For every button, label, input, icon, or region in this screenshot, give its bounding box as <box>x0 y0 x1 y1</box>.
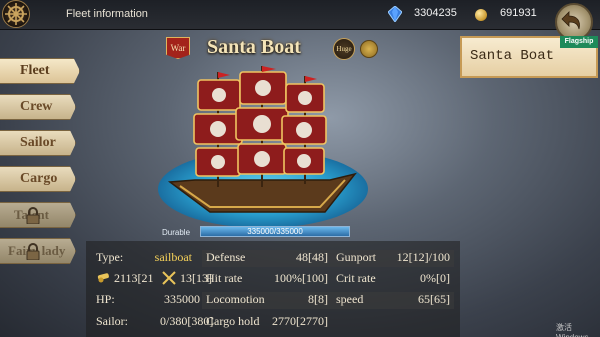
durable-label: Durable <box>162 228 191 237</box>
stat-value: 8[8] <box>308 292 328 306</box>
lock-icon <box>26 207 40 224</box>
stat-label: Cargo hold <box>206 314 260 328</box>
stat-value: 0%[0] <box>420 271 450 285</box>
sidebar-tab-fairy-lady[interactable]: Fairy lady <box>0 238 76 264</box>
stat-value: 65[65] <box>418 292 450 306</box>
stat-label: Sailor: <box>96 314 128 328</box>
gem-icon <box>388 6 402 22</box>
sidebar-tab-crew[interactable]: Crew <box>0 94 76 120</box>
stat-hp: HP: 335000 <box>92 292 202 309</box>
os-watermark: 激活 Windows <box>556 323 588 337</box>
stat-label: Locomotion <box>206 292 265 306</box>
ship-illustration <box>167 66 357 213</box>
sidebar-tab-cargo[interactable]: Cargo <box>0 166 76 192</box>
cannon-icon <box>96 271 112 287</box>
back-arrow-icon <box>561 11 580 30</box>
page-title: Fleet information <box>66 8 148 20</box>
sidebar-tab-label: Sailor <box>20 135 56 150</box>
flagship-tag: Flagship <box>560 36 598 48</box>
lock-icon <box>26 243 40 260</box>
stat-label: Crit rate <box>336 271 376 285</box>
ship-name: Santa Boat <box>207 36 301 58</box>
gold-coin-icon <box>475 9 487 21</box>
stat-value: 48[48] <box>296 250 328 264</box>
sidebar-tab-label: Crew <box>20 99 53 114</box>
size-badge: Huge <box>333 38 355 60</box>
stat-value: 100%[100] <box>274 271 328 285</box>
stat-cargo-hold: Cargo hold 2770[2770] <box>202 314 332 331</box>
stat-crit-rate: Crit rate 0%[0] <box>332 271 454 288</box>
stat-locomotion: Locomotion 8[8] <box>202 292 332 309</box>
stat-label: Type: <box>96 250 124 264</box>
stat-value: sailboat <box>154 250 192 264</box>
stat-hit-rate: Hit rate 100%[100] <box>202 271 332 288</box>
sidebar-tab-fleet[interactable]: Fleet <box>0 58 80 84</box>
swords-icon <box>162 271 176 289</box>
ship-wheel-icon <box>2 0 30 28</box>
durable-value: 335000/335000 <box>247 227 303 236</box>
stat-value: 2770[2770] <box>272 314 328 328</box>
stat-speed: speed 65[65] <box>332 292 454 309</box>
stat-label: Gunport <box>336 250 376 264</box>
stat-value-cannon: 2113[21 <box>114 271 154 285</box>
stat-label: Defense <box>206 250 246 264</box>
stat-label: HP: <box>96 292 115 306</box>
stat-type: Type: sailboat <box>92 250 202 267</box>
top-bar: Fleet information 3304235 691931 <box>0 0 600 30</box>
stat-label: Hit rate <box>206 271 243 285</box>
sidebar-tab-sailor[interactable]: Sailor <box>0 130 76 156</box>
stat-value: 12[12]/100 <box>396 250 450 264</box>
stat-gunport: Gunport 12[12]/100 <box>332 250 454 267</box>
stat-value: 335000 <box>164 292 200 306</box>
gold-count: 691931 <box>500 7 537 19</box>
durable-bar: 335000/335000 <box>200 226 350 237</box>
flagship-ship-name: Santa Boat <box>470 48 555 64</box>
stat-label: speed <box>336 292 364 306</box>
swap-ship-icon[interactable] <box>360 40 378 58</box>
war-badge: War <box>166 37 190 59</box>
sidebar-tab-label: Cargo <box>20 171 58 186</box>
stats-panel: Type: sailboat 2113[21 13[13] HP: 335000… <box>86 241 460 337</box>
gem-count: 3304235 <box>414 7 457 19</box>
sidebar-tab-talent[interactable]: Talent <box>0 202 76 228</box>
sidebar-tab-label: Fleet <box>20 63 50 78</box>
stat-defense: Defense 48[48] <box>202 250 332 267</box>
